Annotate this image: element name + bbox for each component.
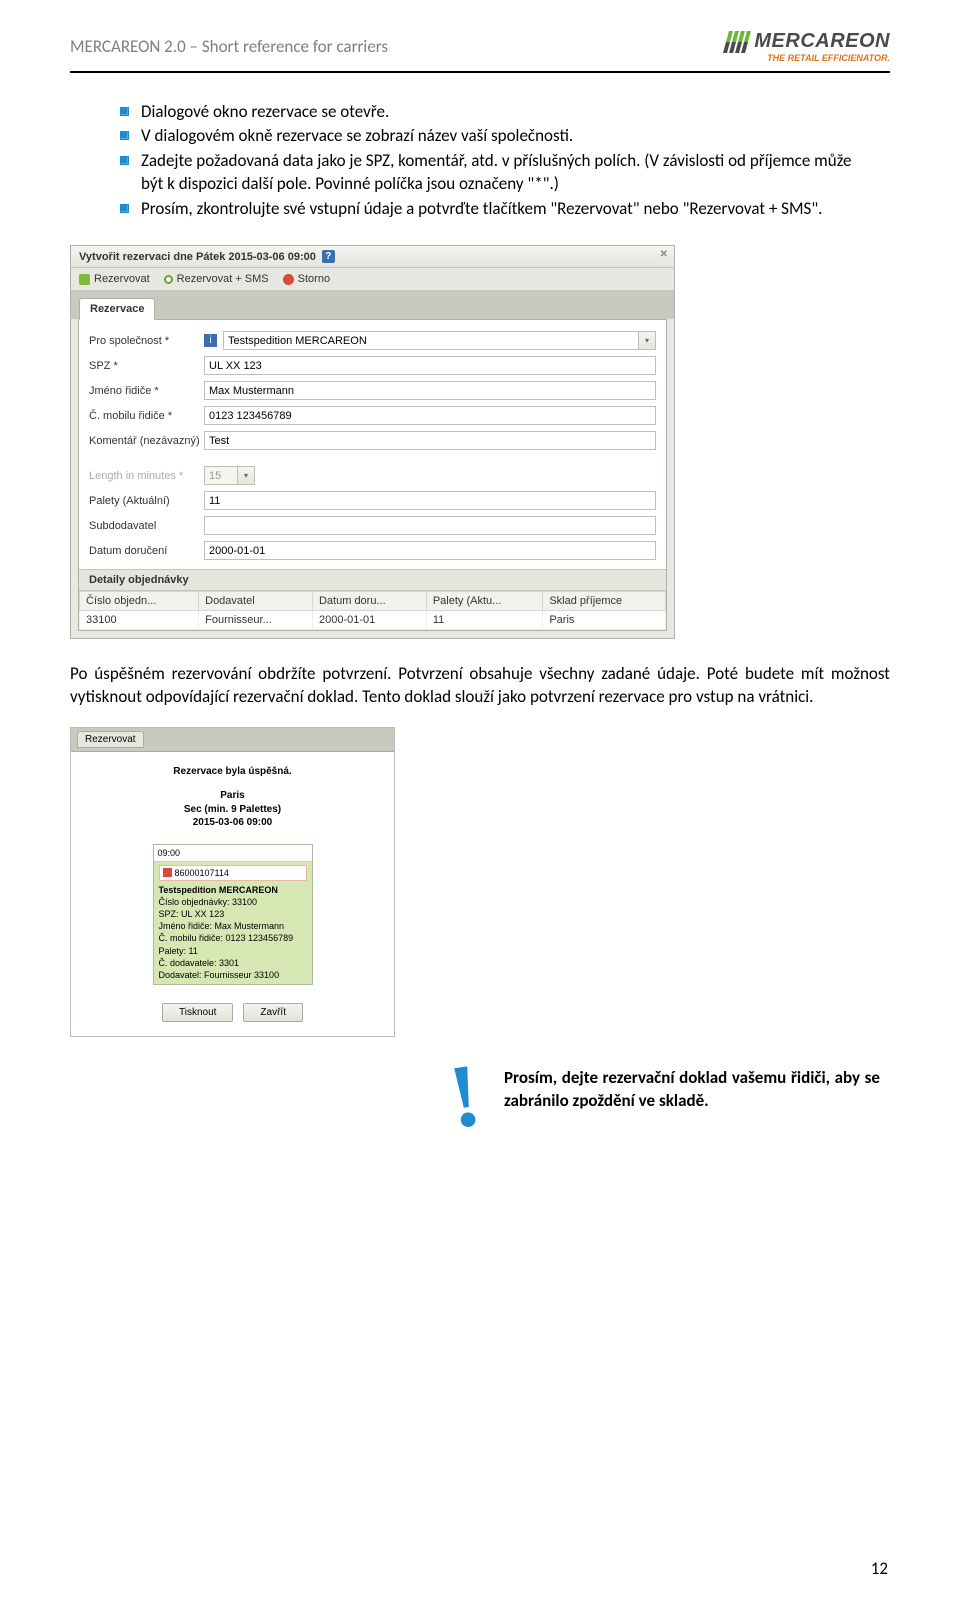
details-time: 09:00 — [154, 845, 312, 862]
company-label: Pro společnost * — [89, 335, 204, 347]
reserve-button[interactable]: Rezervovat — [79, 273, 150, 285]
delivery-date-label: Datum doručení — [89, 545, 204, 557]
info-icon[interactable]: i — [204, 334, 217, 347]
comment-field[interactable] — [204, 431, 656, 450]
subcontractor-label: Subdodavatel — [89, 520, 204, 532]
tab-bar: Rezervace — [71, 291, 674, 319]
close-icon[interactable]: ✕ — [660, 249, 668, 260]
reservation-details: 09:00 86000107114 Testspedition MERCAREO… — [153, 844, 313, 985]
pallets-label: Palety (Aktuální) — [89, 495, 204, 507]
cancel-icon — [283, 274, 294, 285]
confirmation-paragraph: Po úspěšném rezervování obdržíte potvrze… — [70, 663, 890, 709]
phone-label: Č. mobilu řidiče * — [89, 410, 204, 422]
subcontractor-field[interactable] — [204, 516, 656, 535]
list-item: Prosím, zkontrolujte své vstupní údaje a… — [120, 198, 870, 221]
save-icon — [79, 274, 90, 285]
confirmation-tab[interactable]: Rezervovat — [77, 731, 144, 748]
comment-label: Komentář (nezávazný) — [89, 435, 204, 447]
bullet-list: Dialogové okno rezervace se otevře. V di… — [120, 101, 870, 222]
dialog-title-bar: Vytvořit rezervaci dne Pátek 2015-03-06 … — [71, 246, 674, 268]
bullet-icon — [120, 107, 129, 116]
exclamation-icon: ! — [445, 1059, 485, 1134]
chevron-down-icon: ▾ — [238, 466, 255, 485]
logo-text: MERCAREON — [754, 30, 890, 53]
pallets-field[interactable] — [204, 491, 656, 510]
reservation-id: 86000107114 — [159, 865, 307, 881]
sms-icon — [164, 275, 173, 284]
confirmation-tab-bar: Rezervovat — [71, 728, 394, 752]
dialog-toolbar: Rezervovat Rezervovat + SMS Storno — [71, 268, 674, 291]
success-message: Rezervace byla úspěšná. — [85, 766, 380, 777]
logo-tagline: THE RETAIL EFFICIENATOR. — [767, 53, 890, 63]
phone-field[interactable] — [204, 406, 656, 425]
delivery-date-field[interactable] — [204, 541, 656, 560]
list-item: Zadejte požadovaná data jako je SPZ, kom… — [120, 150, 870, 196]
status-icon — [163, 868, 172, 877]
mercareon-logo: MERCAREON THE RETAIL EFFICIENATOR. — [726, 30, 890, 63]
tip-text: Prosím, dejte rezervační doklad vašemu ř… — [504, 1067, 880, 1113]
reservation-meta: Paris Sec (min. 9 Palettes) 2015-03-06 0… — [85, 789, 380, 830]
confirmation-dialog: Rezervovat Rezervace byla úspěšná. Paris… — [70, 727, 395, 1037]
close-button[interactable]: Zavřít — [243, 1003, 303, 1022]
bullet-icon — [120, 131, 129, 140]
tab-reservation[interactable]: Rezervace — [79, 298, 155, 320]
reserve-sms-button[interactable]: Rezervovat + SMS — [164, 273, 269, 285]
page-header: MERCAREON 2.0 – Short reference for carr… — [70, 30, 890, 63]
company-field[interactable] — [223, 331, 639, 350]
driver-field[interactable] — [204, 381, 656, 400]
page-number: 12 — [871, 1558, 888, 1579]
help-icon[interactable]: ? — [322, 250, 335, 263]
spz-field[interactable] — [204, 356, 656, 375]
length-field — [204, 466, 238, 485]
list-item: V dialogovém okně rezervace se zobrazí n… — [120, 125, 870, 148]
list-item: Dialogové okno rezervace se otevře. — [120, 101, 870, 124]
spz-label: SPZ * — [89, 360, 204, 372]
bullet-icon — [120, 204, 129, 213]
length-label: Length in minutes * — [89, 470, 204, 482]
reservation-dialog: Vytvořit rezervaci dne Pátek 2015-03-06 … — [70, 245, 675, 639]
header-title: MERCAREON 2.0 – Short reference for carr… — [70, 36, 388, 57]
form-body: Pro společnost * i ▾ SPZ * Jméno řidiče … — [78, 319, 667, 631]
dialog-title: Vytvořit rezervaci dne Pátek 2015-03-06 … — [79, 251, 316, 263]
driver-label: Jméno řidiče * — [89, 385, 204, 397]
order-section-header: Detaily objednávky — [79, 569, 666, 591]
table-header-row: Číslo objedn... Dodavatel Datum doru... … — [80, 592, 666, 611]
cancel-button[interactable]: Storno — [283, 273, 330, 285]
header-divider — [70, 71, 890, 73]
order-table: Číslo objedn... Dodavatel Datum doru... … — [79, 591, 666, 630]
chevron-down-icon[interactable]: ▾ — [639, 331, 656, 350]
bullet-icon — [120, 156, 129, 165]
print-button[interactable]: Tisknout — [162, 1003, 233, 1022]
tip-callout: ! Prosím, dejte rezervační doklad vašemu… — [450, 1067, 880, 1133]
table-row[interactable]: 33100 Fournisseur... 2000-01-01 11 Paris — [80, 611, 666, 630]
